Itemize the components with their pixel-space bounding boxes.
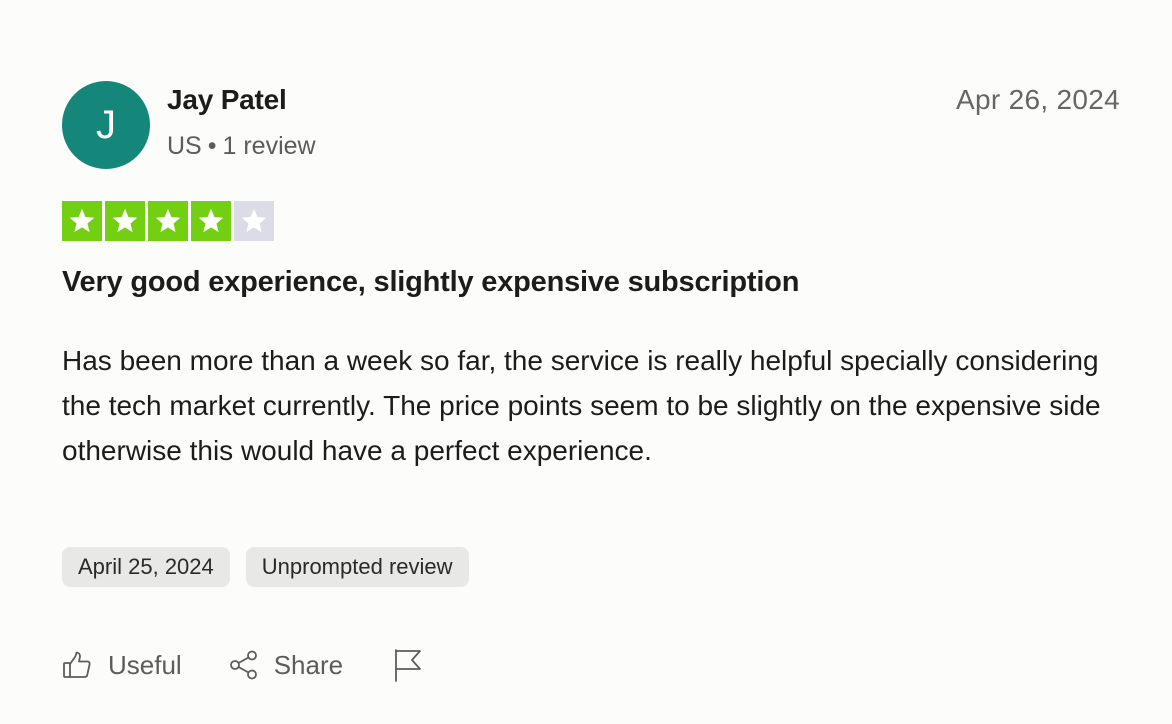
share-icon <box>229 650 257 680</box>
reviewer-country: US <box>167 132 202 160</box>
useful-button[interactable]: Useful <box>62 650 182 681</box>
share-label: Share <box>273 649 344 680</box>
unprompted-review-badge[interactable]: Unprompted review <box>245 547 469 587</box>
flag-icon <box>395 649 421 682</box>
review-actions: Useful Share <box>62 647 423 683</box>
thumbs-up-icon <box>63 651 91 678</box>
reviewer-name[interactable]: Jay Patel <box>167 84 287 116</box>
review-date: Apr 26, 2024 <box>956 84 1120 115</box>
reviewer-meta: US • 1 review <box>167 132 316 161</box>
star-3-icon <box>148 201 188 241</box>
report-button[interactable] <box>393 647 423 683</box>
avatar-initial: J <box>96 103 116 147</box>
meta-separator: • <box>207 132 217 160</box>
review-body: Has been more than a week so far, the se… <box>62 345 1101 466</box>
review-tags: April 25, 2024 Unprompted review <box>62 547 469 587</box>
experience-date-badge: April 25, 2024 <box>62 547 230 587</box>
avatar[interactable]: J <box>62 81 150 169</box>
review-title[interactable]: Very good experience, slightly expensive… <box>62 266 799 299</box>
star-1-icon <box>62 201 102 241</box>
share-button[interactable]: Share <box>228 649 343 681</box>
star-5-icon <box>234 201 274 241</box>
star-2-icon <box>105 201 145 241</box>
review-card: J Jay Patel US • 1 review Apr 26, 2024 Ver… <box>0 0 1172 724</box>
useful-label: Useful <box>108 649 182 680</box>
star-4-icon <box>191 201 231 241</box>
reviewer-review-count[interactable]: 1 review <box>223 132 316 160</box>
star-rating <box>62 201 274 241</box>
